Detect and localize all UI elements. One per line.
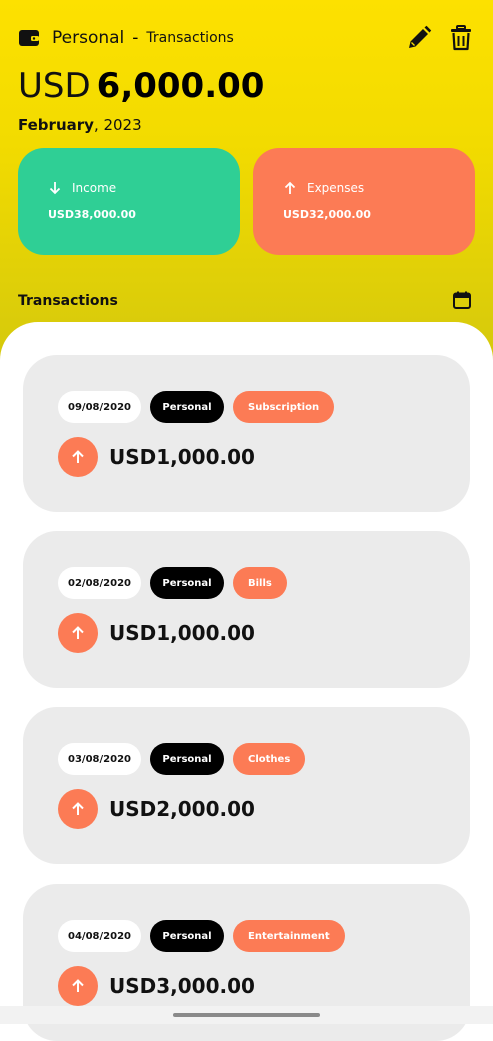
up-arrow-icon <box>58 437 98 477</box>
income-label: Income <box>72 181 117 195</box>
date-chip: 04/08/2020 <box>58 920 141 952</box>
top-bar: Personal - Transactions <box>18 22 475 54</box>
balance: USD 6,000.00 <box>18 66 264 106</box>
delete-trash-icon[interactable] <box>447 24 475 52</box>
down-arrow-icon <box>48 181 62 195</box>
transaction-amount: USD2,000.00 <box>109 797 255 821</box>
edit-pencil-icon[interactable] <box>405 24 433 52</box>
date-chip: 02/08/2020 <box>58 567 141 599</box>
transaction-amount: USD3,000.00 <box>109 974 255 998</box>
wallet-icon <box>18 27 40 49</box>
header: Personal - Transactions USD 6,000.00 Feb… <box>0 0 493 360</box>
transaction-amount: USD1,000.00 <box>109 445 255 469</box>
transaction-card[interactable]: 03/08/2020 Personal Clothes USD2,000.00 <box>23 707 470 864</box>
period-label[interactable]: February, 2023 <box>18 116 142 134</box>
date-chip: 03/08/2020 <box>58 743 141 775</box>
transaction-amount: USD1,000.00 <box>109 621 255 645</box>
period-month: February <box>18 116 94 134</box>
home-gesture-handle[interactable] <box>173 1013 320 1017</box>
income-card[interactable]: Income USD38,000.00 <box>18 148 240 255</box>
account-chip: Personal <box>150 567 224 599</box>
transaction-card[interactable]: 09/08/2020 Personal Subscription USD1,00… <box>23 355 470 512</box>
expenses-amount: USD32,000.00 <box>283 208 371 221</box>
period-year: , 2023 <box>93 116 142 134</box>
page-title: Transactions <box>146 30 234 46</box>
account-name: Personal <box>52 28 125 48</box>
account-chip: Personal <box>150 920 224 952</box>
up-arrow-icon <box>58 613 98 653</box>
date-chip: 09/08/2020 <box>58 391 141 423</box>
category-chip: Subscription <box>233 391 335 423</box>
expenses-label: Expenses <box>307 181 365 195</box>
account-chip: Personal <box>150 743 224 775</box>
transactions-heading: Transactions <box>18 293 118 309</box>
income-amount: USD38,000.00 <box>48 208 136 221</box>
category-chip: Bills <box>233 567 287 599</box>
title-separator: - <box>132 28 139 48</box>
expenses-card[interactable]: Expenses USD32,000.00 <box>253 148 475 255</box>
transaction-card[interactable]: 02/08/2020 Personal Bills USD1,000.00 <box>23 531 470 688</box>
up-arrow-icon <box>283 181 297 195</box>
account-chip: Personal <box>150 391 224 423</box>
calendar-icon[interactable] <box>453 291 471 309</box>
balance-amount: 6,000.00 <box>96 66 265 106</box>
category-chip: Entertainment <box>233 920 345 952</box>
category-chip: Clothes <box>233 743 306 775</box>
balance-currency: USD <box>18 66 91 106</box>
up-arrow-icon <box>58 966 98 1006</box>
transactions-sheet[interactable]: 09/08/2020 Personal Subscription USD1,00… <box>0 322 493 1041</box>
up-arrow-icon <box>58 789 98 829</box>
system-nav-bar <box>0 1006 493 1024</box>
